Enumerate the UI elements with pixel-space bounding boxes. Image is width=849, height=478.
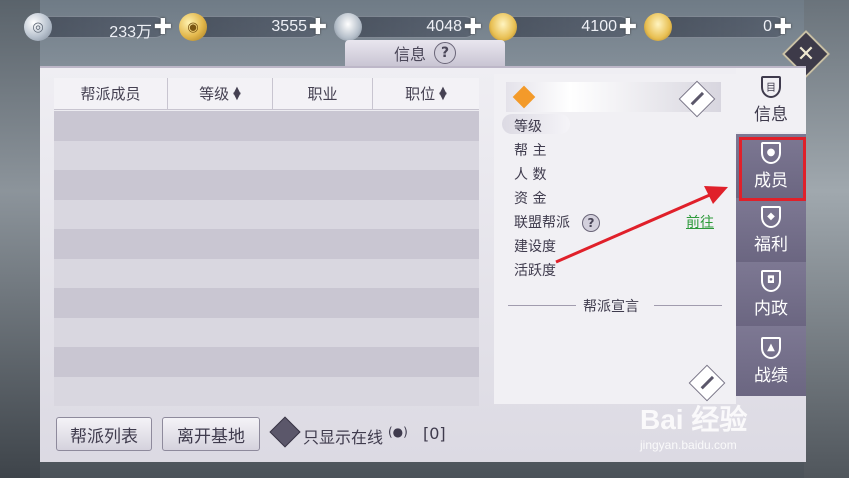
field-leader: 帮 主 [514,143,547,159]
guild-info-panel: 等级 帮 主 人 数 资 金 联盟帮派 ? 前往 建设度 活跃度 帮派宣言 [494,74,736,404]
online-person-icon: (●) [388,425,408,439]
header-level[interactable]: 等级 ▲ ▼ [168,78,273,109]
member-list [54,111,479,406]
declaration-title: 帮派宣言 [583,299,639,315]
add-gold-coin-button[interactable]: ✚ [307,15,329,40]
pencil-icon [690,91,705,106]
field-members: 人 数 [514,167,547,183]
window-title: 信息 [393,45,426,64]
table-row[interactable] [54,170,479,200]
currency-value: 4100 [581,18,617,35]
help-icon[interactable]: ? [434,42,456,64]
table-row[interactable] [54,317,479,347]
table-row[interactable] [54,258,479,288]
pencil-icon [700,375,715,390]
guild-list-button[interactable]: 帮派列表 [56,417,152,451]
field-activity: 活跃度 [514,263,556,279]
field-level: 等级 [514,119,542,135]
table-row[interactable] [54,140,479,170]
add-silver-coin-button[interactable]: ✚ [152,15,174,40]
gold-bar-icon [644,13,672,41]
tab-internal-affairs[interactable]: ◘ 内政 [736,262,806,326]
currency-silver-coin: ◎ 233万 ✚ [24,13,179,41]
gold-ingot-icon [489,13,517,41]
close-icon: ✕ [796,41,816,67]
currency-silver-ingot: 4048 ✚ [334,13,489,41]
currency-value: 0 [763,18,772,35]
table-row[interactable] [54,288,479,318]
leave-base-button[interactable]: 离开基地 [162,417,260,451]
member-table: 帮派成员 等级 ▲ ▼ 职业 职位 ▲ ▼ [54,78,479,406]
table-row[interactable] [54,111,479,141]
header-position[interactable]: 职位 ▲ ▼ [373,78,479,109]
currency-gold-coin: ◉ 3555 ✚ [179,13,334,41]
add-silver-ingot-button[interactable]: ✚ [462,15,484,40]
field-funds: 资 金 [514,191,547,207]
tab-info[interactable]: 目 信息 [736,68,806,132]
member-table-header: 帮派成员 等级 ▲ ▼ 职业 职位 ▲ ▼ [54,78,479,110]
table-row[interactable] [54,199,479,229]
online-only-checkbox[interactable] [269,416,301,448]
tab-record[interactable]: ▲ 战绩 [736,326,806,396]
window-title-tab: 信息 ? [345,40,505,66]
currency-value: 233万 [109,24,152,41]
sort-icon: ▲ ▼ [439,84,447,102]
add-gold-ingot-button[interactable]: ✚ [617,15,639,40]
online-only-label: 只显示在线 [303,428,384,447]
silver-coin-icon: ◎ [24,13,52,41]
alliance-help-icon[interactable]: ? [582,214,600,232]
table-row[interactable] [54,347,479,377]
silver-ingot-icon [334,13,362,41]
watermark-logo: Bai 经验 [640,404,748,435]
currency-gold-bar: 0 ✚ [644,13,799,41]
currency-value: 3555 [271,18,307,35]
background-left [0,0,40,478]
field-alliance: 联盟帮派 [514,215,570,231]
tab-welfare[interactable]: ◆ 福利 [736,198,806,262]
sort-icon: ▲ ▼ [233,84,241,102]
add-gold-bar-button[interactable]: ✚ [772,15,794,40]
table-row[interactable] [54,376,479,406]
gold-coin-icon: ◉ [179,13,207,41]
currency-value: 4048 [426,18,462,35]
table-row[interactable] [54,229,479,259]
welfare-icon: ◆ [761,205,781,228]
online-count: [0] [423,424,446,443]
watermark: Bai 经验 jingyan.baidu.com [640,398,840,468]
banner-icon: 目 [761,75,781,98]
field-construction: 建设度 [514,239,556,255]
edit-declaration-button[interactable] [688,364,726,402]
declaration-divider: 帮派宣言 [494,296,736,316]
goto-link[interactable]: 前往 [686,212,714,232]
header-class: 职业 [273,78,373,109]
internal-affairs-icon: ◘ [761,269,781,292]
currency-gold-ingot: 4100 ✚ [489,13,644,41]
annotation-highlight-box [739,137,806,201]
record-icon: ▲ [761,336,781,359]
header-member: 帮派成员 [54,78,168,109]
watermark-url: jingyan.baidu.com [640,438,737,452]
